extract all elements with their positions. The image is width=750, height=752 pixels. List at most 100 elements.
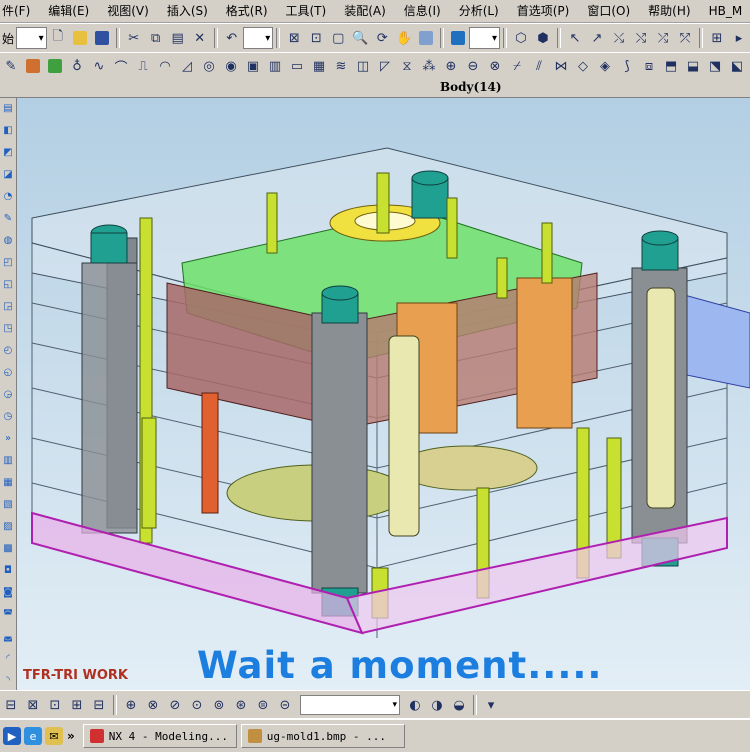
zoom-window-icon[interactable]: ⊡ bbox=[306, 28, 326, 48]
snap-mid-icon[interactable]: ⤮ bbox=[653, 28, 673, 48]
part-navigator-icon[interactable]: ◩ bbox=[2, 147, 14, 159]
system-materials-icon[interactable]: ◱ bbox=[2, 279, 14, 291]
mirror-icon[interactable]: ⧖ bbox=[397, 56, 417, 76]
layer-icon[interactable] bbox=[416, 28, 436, 48]
undo-dropdown-icon[interactable]: ▾ bbox=[242, 27, 274, 49]
mold-tool-8-icon[interactable]: ◚ bbox=[2, 609, 14, 621]
layout-icon[interactable]: ◶ bbox=[2, 389, 14, 401]
offset-icon[interactable]: ⎍ bbox=[133, 56, 153, 76]
reference-set-select[interactable]: ▾ bbox=[300, 695, 400, 715]
pattern-icon[interactable]: ⁂ bbox=[419, 56, 439, 76]
curve-icon[interactable]: ⌒ bbox=[111, 56, 131, 76]
menu-information[interactable]: 信息(I) bbox=[395, 0, 450, 22]
new-file-icon[interactable]: 🗋 bbox=[48, 28, 68, 48]
hole-icon[interactable]: ◎ bbox=[199, 56, 219, 76]
unite-icon[interactable]: ⊕ bbox=[441, 56, 461, 76]
mold-tool-6-icon[interactable]: ◘ bbox=[2, 565, 14, 577]
constraint-icon[interactable]: ◧ bbox=[2, 125, 14, 137]
chamfer-icon[interactable]: ◿ bbox=[177, 56, 197, 76]
assembly-tool-3-icon[interactable]: ⊞ bbox=[67, 695, 87, 715]
start-label[interactable]: 始 bbox=[0, 30, 16, 47]
intersect-icon[interactable]: ⊗ bbox=[485, 56, 505, 76]
pad-icon[interactable]: ▥ bbox=[265, 56, 285, 76]
roles-icon[interactable]: ◪ bbox=[2, 169, 14, 181]
mold-tool-7-icon[interactable]: ◙ bbox=[2, 587, 14, 599]
save-icon[interactable] bbox=[92, 28, 112, 48]
sketch-icon[interactable]: ✎ bbox=[1, 56, 21, 76]
shell-icon[interactable]: ◫ bbox=[353, 56, 373, 76]
slot-icon[interactable]: ▭ bbox=[287, 56, 307, 76]
toolbar-more-icon[interactable]: ▸ bbox=[729, 28, 749, 48]
mold-tool-10-icon[interactable]: ◜ bbox=[2, 653, 14, 665]
point-icon[interactable]: ♁ bbox=[67, 56, 87, 76]
menu-tools[interactable]: 工具(T) bbox=[277, 0, 336, 22]
bounded-plane-icon[interactable]: ⬒ bbox=[661, 56, 681, 76]
open-folder-icon[interactable] bbox=[70, 28, 90, 48]
sew-icon[interactable]: ⋈ bbox=[551, 56, 571, 76]
exploded-view-icon[interactable]: ◒ bbox=[449, 695, 469, 715]
add-component-icon[interactable]: ⊞ bbox=[707, 28, 727, 48]
menu-view[interactable]: 视图(V) bbox=[98, 0, 158, 22]
menu-file[interactable]: 件(F) bbox=[0, 0, 39, 22]
paste-icon[interactable]: ▤ bbox=[168, 28, 188, 48]
pocket-icon[interactable]: ▣ bbox=[243, 56, 263, 76]
mold-tool-4-icon[interactable]: ▨ bbox=[2, 521, 14, 533]
spline-icon[interactable]: ∿ bbox=[89, 56, 109, 76]
menu-assemblies[interactable]: 装配(A) bbox=[335, 0, 395, 22]
mold-tool-11-icon[interactable]: ◝ bbox=[2, 675, 14, 687]
mirror-assembly-icon[interactable]: ⊜ bbox=[253, 695, 273, 715]
component-array-icon[interactable]: ⊛ bbox=[231, 695, 251, 715]
offset-face-icon[interactable]: ⬔ bbox=[705, 56, 725, 76]
patch-icon[interactable]: ◇ bbox=[573, 56, 593, 76]
process-studio-icon[interactable]: ◲ bbox=[2, 301, 14, 313]
mold-tool-1-icon[interactable]: ▥ bbox=[2, 455, 14, 467]
menu-window[interactable]: 窗口(O) bbox=[578, 0, 639, 22]
media-player-icon[interactable]: ▶ bbox=[3, 727, 21, 745]
web-browser-icon[interactable]: ◍ bbox=[2, 235, 14, 247]
tools-icon[interactable]: ◷ bbox=[2, 411, 14, 423]
menu-help[interactable]: 帮助(H) bbox=[639, 0, 699, 22]
subtract-icon[interactable]: ⊖ bbox=[463, 56, 483, 76]
create-new-icon[interactable]: ⊗ bbox=[143, 695, 163, 715]
fit-view-icon[interactable]: ⊠ bbox=[284, 28, 304, 48]
graphics-viewport[interactable]: TFR-TRI WORK Wait a moment..... bbox=[17, 98, 750, 690]
draft-icon[interactable]: ◸ bbox=[375, 56, 395, 76]
menu-preferences[interactable]: 首选项(P) bbox=[508, 0, 579, 22]
assembly-navigator-icon[interactable]: ▤ bbox=[2, 103, 14, 115]
shaded-view-icon[interactable] bbox=[448, 28, 468, 48]
snap-center-icon[interactable]: ⤱ bbox=[675, 28, 695, 48]
blend-icon[interactable]: ◠ bbox=[155, 56, 175, 76]
pan-icon[interactable]: ✋ bbox=[394, 28, 414, 48]
copy-icon[interactable]: ⧉ bbox=[146, 28, 166, 48]
manufacturing-wizard-icon[interactable]: ◳ bbox=[2, 323, 14, 335]
mold-tool-3-icon[interactable]: ▧ bbox=[2, 499, 14, 511]
mold-tool-5-icon[interactable]: ▩ bbox=[2, 543, 14, 555]
replace-component-icon[interactable]: ⊚ bbox=[209, 695, 229, 715]
snap-end-icon[interactable]: ⤭ bbox=[631, 28, 651, 48]
delete-icon[interactable]: ✕ bbox=[190, 28, 210, 48]
select-filter-icon[interactable]: ↗ bbox=[587, 28, 607, 48]
boss-icon[interactable]: ◉ bbox=[221, 56, 241, 76]
internet-explorer-icon[interactable]: e bbox=[24, 727, 42, 745]
wireframe-icon[interactable]: ⬡ bbox=[511, 28, 531, 48]
revolve-icon[interactable] bbox=[45, 56, 65, 76]
zoom-icon[interactable]: 🔍 bbox=[350, 28, 370, 48]
cut-icon[interactable]: ✂ bbox=[124, 28, 144, 48]
split-body-icon[interactable]: ⫽ bbox=[529, 56, 549, 76]
add-existing-icon[interactable]: ⊕ bbox=[121, 695, 141, 715]
palettes-icon[interactable]: ◰ bbox=[2, 257, 14, 269]
left-toolbar-chevron-icon[interactable]: » bbox=[2, 433, 14, 445]
ruled-icon[interactable]: ⧈ bbox=[639, 56, 659, 76]
menu-hb-mold[interactable]: HB_M bbox=[700, 0, 750, 22]
reposition-icon[interactable]: ⊙ bbox=[187, 695, 207, 715]
trim-body-icon[interactable]: ⌿ bbox=[507, 56, 527, 76]
reuse-library-icon[interactable]: ✎ bbox=[2, 213, 14, 225]
swept-icon[interactable]: ⟆ bbox=[617, 56, 637, 76]
render-style-dropdown-icon[interactable]: ▾ bbox=[469, 27, 500, 49]
hidden-line-icon[interactable]: ⬢ bbox=[533, 28, 553, 48]
undo-icon[interactable]: ↶ bbox=[222, 28, 242, 48]
task-ug-mold-bitmap[interactable]: ug-mold1.bmp - ... bbox=[240, 724, 405, 748]
zoom-box-icon[interactable]: ▢ bbox=[328, 28, 348, 48]
menu-analysis[interactable]: 分析(L) bbox=[450, 0, 508, 22]
assembly-constraint-icon[interactable]: ⊟ bbox=[1, 695, 21, 715]
